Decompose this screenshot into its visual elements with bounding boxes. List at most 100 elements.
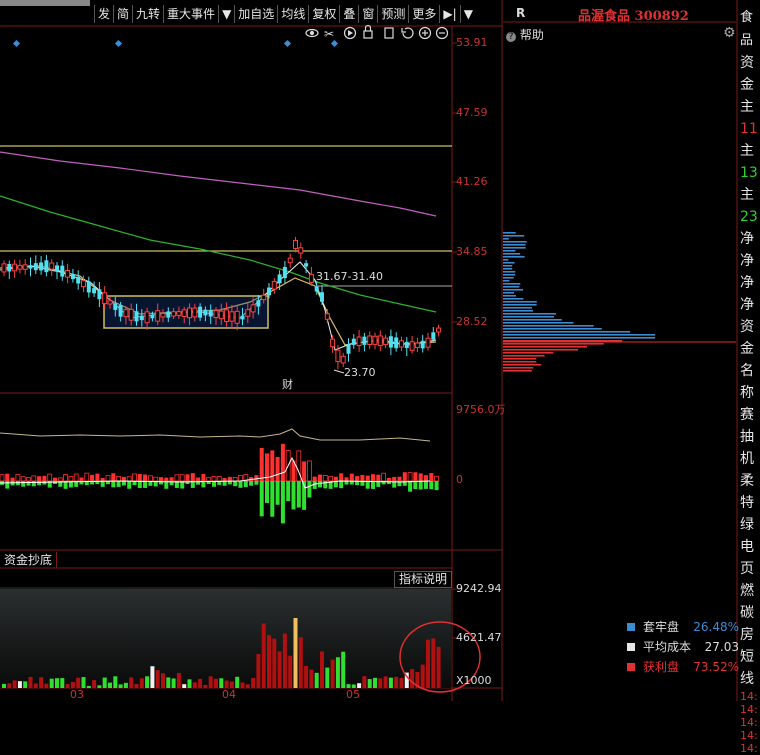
volume-bar [365,475,370,481]
chip-bar [503,346,588,348]
candlestick [65,263,71,284]
indicator-bar [76,677,81,688]
indicator-bar [166,677,171,688]
volume-bar [137,473,142,481]
volume-bars [0,443,440,524]
volume-bar [222,477,227,481]
volume-bar [53,477,57,481]
chip-bar [503,274,516,276]
volume-bar [270,481,275,517]
indicator-bar [134,683,139,688]
indicator-bar [102,677,107,688]
indicator-bar [12,680,17,688]
volume-bar [328,475,334,482]
volume-bar [381,472,387,482]
volume-bar [333,476,338,481]
indicator-bar [240,682,245,688]
volume-bar [418,481,423,490]
volume-bar [5,481,10,489]
right-panel-row: 特 [740,495,754,511]
chip-bar [503,349,578,351]
indicator-bar [410,669,415,688]
legend-value: 26.48% [693,620,739,634]
volume-bar [280,443,285,481]
volume-bar [26,477,31,482]
indicator-bar [394,676,399,688]
volume-bar [434,481,439,491]
volume-bar [26,481,31,486]
indicator-bar [81,677,86,688]
svg-text:✂: ✂ [324,27,334,41]
ind-y-tick: X1000 [456,674,492,687]
volume-bar [296,481,301,508]
volume-bar [349,473,354,481]
right-panel-row: 主 [740,143,754,159]
volume-bar [312,476,317,481]
gear-icon[interactable]: ⚙ [723,25,736,41]
indicator-tab[interactable]: 资金抄底 [0,552,58,568]
indicator-bar [97,685,102,688]
chip-bar [503,304,537,306]
indicator-bar [198,678,203,688]
candlestick [362,332,367,352]
chip-bar [503,310,534,312]
volume-bar [63,474,68,482]
indicator-bar [49,678,54,688]
indicator-bar [272,638,277,688]
volume-bar [413,481,418,490]
indicator-explain-button[interactable]: 指标说明 [394,571,453,588]
volume-bar [424,475,428,481]
indicator-bar [320,651,324,688]
indicator-bar [267,635,271,688]
indicator-bar [256,653,261,688]
indicator-bar [145,676,150,688]
indicator-bar [219,678,224,688]
indicator-bar [261,623,266,688]
indicator-bar [436,646,441,688]
right-panel-row: 14: [740,703,758,716]
volume-bar [360,474,365,481]
indicator-bar [2,683,6,688]
volume-bar [57,477,63,482]
volume-bar [286,481,291,502]
volume-bar [179,474,185,482]
indicator-bar [214,678,218,688]
volume-bar [169,477,174,481]
y-tick: 41.26 [456,175,488,188]
right-panel-row: 主 [740,99,754,115]
candlestick [70,268,75,283]
indicator-bar [39,677,44,688]
indicator-bar [399,677,404,688]
volume-bar [386,477,391,481]
volume-bar [21,481,26,487]
volume-bar [318,481,322,488]
chip-bar [503,295,516,297]
volume-bar [434,475,440,482]
help-button[interactable]: ? 帮助 [506,26,544,43]
right-panel-row: 短线 [740,649,754,687]
indicator-bar [426,639,430,688]
volume-bar [90,474,95,481]
legend-swatch [627,623,635,631]
right-panel-row: 页 [740,561,754,577]
chip-bar [503,289,524,291]
legend-swatch [627,663,635,671]
volume-bar [259,447,264,481]
volume-bar [95,473,100,481]
volume-bar [206,476,212,482]
volume-bar [397,476,402,481]
candlestick [97,282,102,308]
candlestick [12,259,18,278]
volume-bar [254,481,259,485]
candlestick [17,259,23,274]
chip-bar [503,247,526,249]
volume-bar [339,473,344,481]
volume-bar [318,474,322,481]
chip-bar [503,277,514,279]
volume-bar [322,474,328,482]
chip-distribution [503,232,656,372]
candlestick [372,332,378,350]
volume-bar [164,477,169,481]
candlestick [28,257,33,277]
candlestick [409,336,415,354]
